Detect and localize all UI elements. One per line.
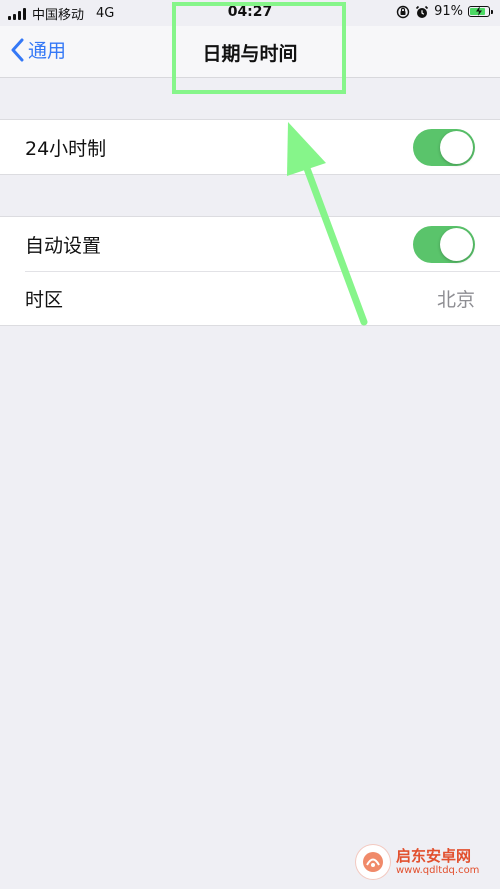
setting-row-set-automatically: 自动设置	[0, 217, 500, 271]
battery-percent: 91%	[434, 4, 463, 19]
setting-row-time-zone[interactable]: 时区 北京	[0, 271, 500, 325]
status-bar: 中国移动 4G 04:27 91%	[0, 0, 500, 26]
setting-label-set-automatically: 自动设置	[25, 234, 102, 257]
battery-tip	[491, 9, 493, 14]
watermark-main: 启东安卓网	[396, 847, 472, 866]
orientation-lock-icon	[396, 5, 410, 18]
setting-row-24-hour: 24小时制	[0, 120, 500, 174]
watermark-logo-icon	[356, 845, 390, 879]
watermark-text: 启东安卓网 www.qdltdq.com	[396, 848, 479, 876]
settings-group-auto: 自动设置 时区 北京	[0, 216, 500, 326]
watermark: 启东安卓网 www.qdltdq.com	[356, 837, 496, 887]
screen: 中国移动 4G 04:27 91% 通用 日期与时间 24小时制 自动设置 时区…	[0, 0, 500, 889]
status-right: 91%	[396, 4, 493, 19]
battery-charging-icon	[468, 6, 493, 17]
setting-label-24-hour: 24小时制	[25, 137, 107, 160]
navigation-bar: 通用 日期与时间	[0, 26, 500, 78]
setting-label-time-zone: 时区	[25, 288, 64, 311]
charging-bolt-icon	[476, 6, 482, 16]
settings-group-clock: 24小时制	[0, 119, 500, 175]
watermark-sub: www.qdltdq.com	[396, 864, 480, 876]
toggle-24-hour[interactable]	[413, 128, 475, 166]
alarm-icon	[416, 5, 429, 18]
time-zone-value: 北京	[436, 288, 475, 311]
toggle-knob	[440, 130, 473, 164]
toggle-set-automatically[interactable]	[413, 225, 475, 263]
page-title: 日期与时间	[202, 43, 298, 65]
toggle-knob	[440, 227, 473, 261]
